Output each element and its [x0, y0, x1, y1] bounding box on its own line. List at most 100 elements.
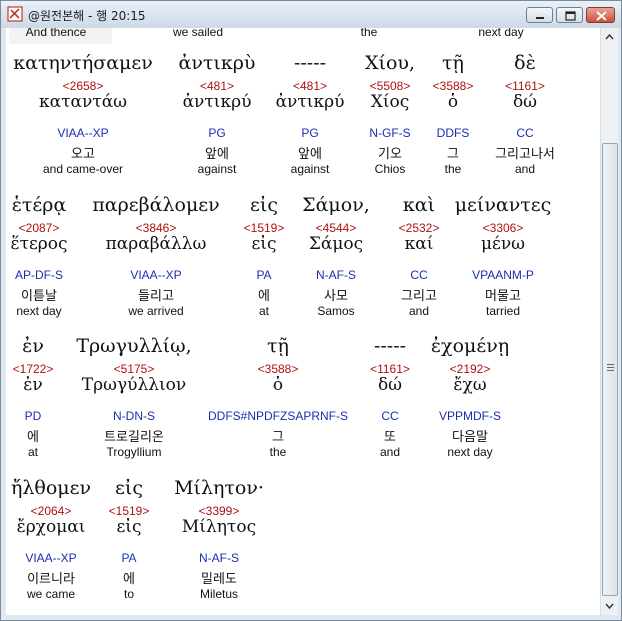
- lemma: ἀντικρύ: [275, 92, 345, 112]
- strongs-number[interactable]: <1722>: [13, 362, 54, 376]
- scroll-down-icon[interactable]: [602, 598, 617, 613]
- english-gloss: and came-over: [42, 162, 124, 176]
- parsing-code: N-GF-S: [369, 126, 411, 140]
- english-gloss: we came: [26, 587, 76, 601]
- greek-word[interactable]: ἐν: [22, 335, 44, 357]
- title-bar[interactable]: @원전본해 - 행 20:15: [1, 1, 621, 28]
- english-gloss: and: [379, 445, 401, 459]
- parsing-code: VPAANM-P: [472, 268, 534, 282]
- lemma: ἀντικρύ: [182, 92, 252, 112]
- strongs-number[interactable]: <3306>: [483, 221, 524, 235]
- strongs-number[interactable]: <4544>: [316, 221, 357, 235]
- parsing-code: DDFS: [436, 126, 470, 140]
- lemma: μένω: [480, 234, 526, 254]
- strongs-number[interactable]: <2658>: [63, 79, 104, 93]
- english-gloss: at: [258, 304, 270, 318]
- english-gloss: at: [27, 445, 39, 459]
- vertical-scrollbar[interactable]: [600, 28, 618, 615]
- greek-word[interactable]: Τρωγυλλίῳ,: [76, 335, 191, 357]
- greek-word[interactable]: Μίλητον·: [174, 477, 264, 499]
- minimize-icon: [536, 17, 544, 19]
- english-gloss: next day: [447, 445, 493, 459]
- strongs-number[interactable]: <2192>: [450, 362, 491, 376]
- maximize-button[interactable]: [556, 7, 583, 23]
- korean-gloss: 또: [384, 430, 396, 445]
- korean-gloss: 앞에: [205, 147, 229, 162]
- strongs-number[interactable]: <481>: [293, 79, 327, 93]
- english-gloss: tarried: [485, 304, 521, 318]
- greek-word[interactable]: ἐχομένῃ: [431, 335, 509, 357]
- scroll-up-icon[interactable]: [602, 29, 617, 44]
- parsing-code: AP-DF-S: [15, 268, 63, 282]
- english-gloss: Miletus: [199, 587, 239, 601]
- english-gloss: and: [514, 162, 536, 176]
- greek-word[interactable]: τῇ: [267, 335, 289, 357]
- greek-word[interactable]: δὲ: [514, 52, 536, 74]
- strongs-number[interactable]: <2064>: [31, 504, 72, 518]
- greek-word[interactable]: τῇ: [442, 52, 464, 74]
- scrollbar-thumb[interactable]: [602, 143, 618, 596]
- lemma: ὁ: [447, 92, 459, 112]
- korean-gloss: 에: [258, 289, 270, 304]
- greek-word[interactable]: παρεβάλομεν: [92, 194, 219, 216]
- lemma: Σάμος: [308, 234, 364, 254]
- strongs-number[interactable]: <2087>: [19, 221, 60, 235]
- greek-word[interactable]: εἰς: [250, 194, 278, 216]
- korean-gloss: 트로길리온: [104, 430, 164, 445]
- english-gloss: Samos: [317, 304, 355, 318]
- korean-gloss: 오고: [71, 147, 95, 162]
- korean-gloss: 다음말: [452, 430, 488, 445]
- greek-word[interactable]: ἑτέρᾳ: [12, 194, 67, 216]
- greek-word[interactable]: κατηντήσαμεν: [13, 52, 153, 74]
- strongs-number[interactable]: <1161>: [505, 79, 545, 93]
- korean-gloss: 그리고나서: [495, 147, 555, 162]
- lemma: καταντάω: [38, 92, 128, 112]
- english-gloss: Trogyllium: [106, 445, 162, 459]
- close-button[interactable]: [586, 7, 615, 23]
- greek-word[interactable]: -----: [294, 52, 326, 74]
- strongs-number[interactable]: <3588>: [433, 79, 474, 93]
- greek-word[interactable]: ἀντικρὺ: [179, 52, 256, 74]
- prev-english-word: the: [360, 28, 378, 39]
- previous-verse-strip: And thence we sailed the next day: [6, 28, 600, 40]
- strongs-number[interactable]: <3399>: [199, 504, 240, 518]
- english-gloss: Chios: [374, 162, 406, 176]
- parsing-code: VPPMDF-S: [438, 409, 502, 423]
- english-gloss: and: [408, 304, 430, 318]
- strongs-number[interactable]: <1161>: [370, 362, 410, 376]
- parsing-code: PD: [24, 409, 42, 423]
- korean-gloss: 사모: [324, 289, 348, 304]
- lemma: εἰς: [251, 234, 277, 254]
- greek-word[interactable]: ἤλθομεν: [11, 477, 91, 499]
- app-icon: [7, 6, 23, 22]
- strongs-number[interactable]: <5508>: [370, 79, 411, 93]
- parsing-code: PG: [208, 126, 226, 140]
- lemma: ἔρχομαι: [16, 517, 86, 537]
- parsing-code: DDFS#NPDFZSAPRNF-S: [207, 409, 349, 423]
- strongs-number[interactable]: <3588>: [258, 362, 299, 376]
- strongs-number[interactable]: <2532>: [399, 221, 440, 235]
- window-title: @원전본해 - 행 20:15: [28, 9, 146, 23]
- strongs-number[interactable]: <1519>: [244, 221, 285, 235]
- greek-word[interactable]: Σάμον,: [302, 194, 370, 216]
- parsing-code: CC: [516, 126, 534, 140]
- prev-english-word: And thence: [25, 28, 87, 39]
- greek-word[interactable]: -----: [374, 335, 406, 357]
- strongs-number[interactable]: <5175>: [114, 362, 155, 376]
- strongs-number[interactable]: <3846>: [136, 221, 177, 235]
- english-gloss: against: [197, 162, 237, 176]
- korean-gloss: 에: [27, 430, 39, 445]
- greek-word[interactable]: εἰς: [115, 477, 143, 499]
- strongs-number[interactable]: <481>: [200, 79, 234, 93]
- greek-word[interactable]: καὶ: [403, 194, 435, 216]
- parsing-code: VIAA--XP: [25, 551, 77, 565]
- english-gloss: next day: [16, 304, 62, 318]
- prev-english-word: we sailed: [172, 28, 224, 39]
- strongs-number[interactable]: <1519>: [109, 504, 150, 518]
- minimize-button[interactable]: [526, 7, 553, 23]
- greek-word[interactable]: Χίου,: [365, 52, 415, 74]
- english-gloss: the: [269, 445, 287, 459]
- parsing-code: PA: [121, 551, 137, 565]
- greek-word[interactable]: μείναντες: [455, 194, 552, 216]
- lemma: δώ: [377, 375, 403, 395]
